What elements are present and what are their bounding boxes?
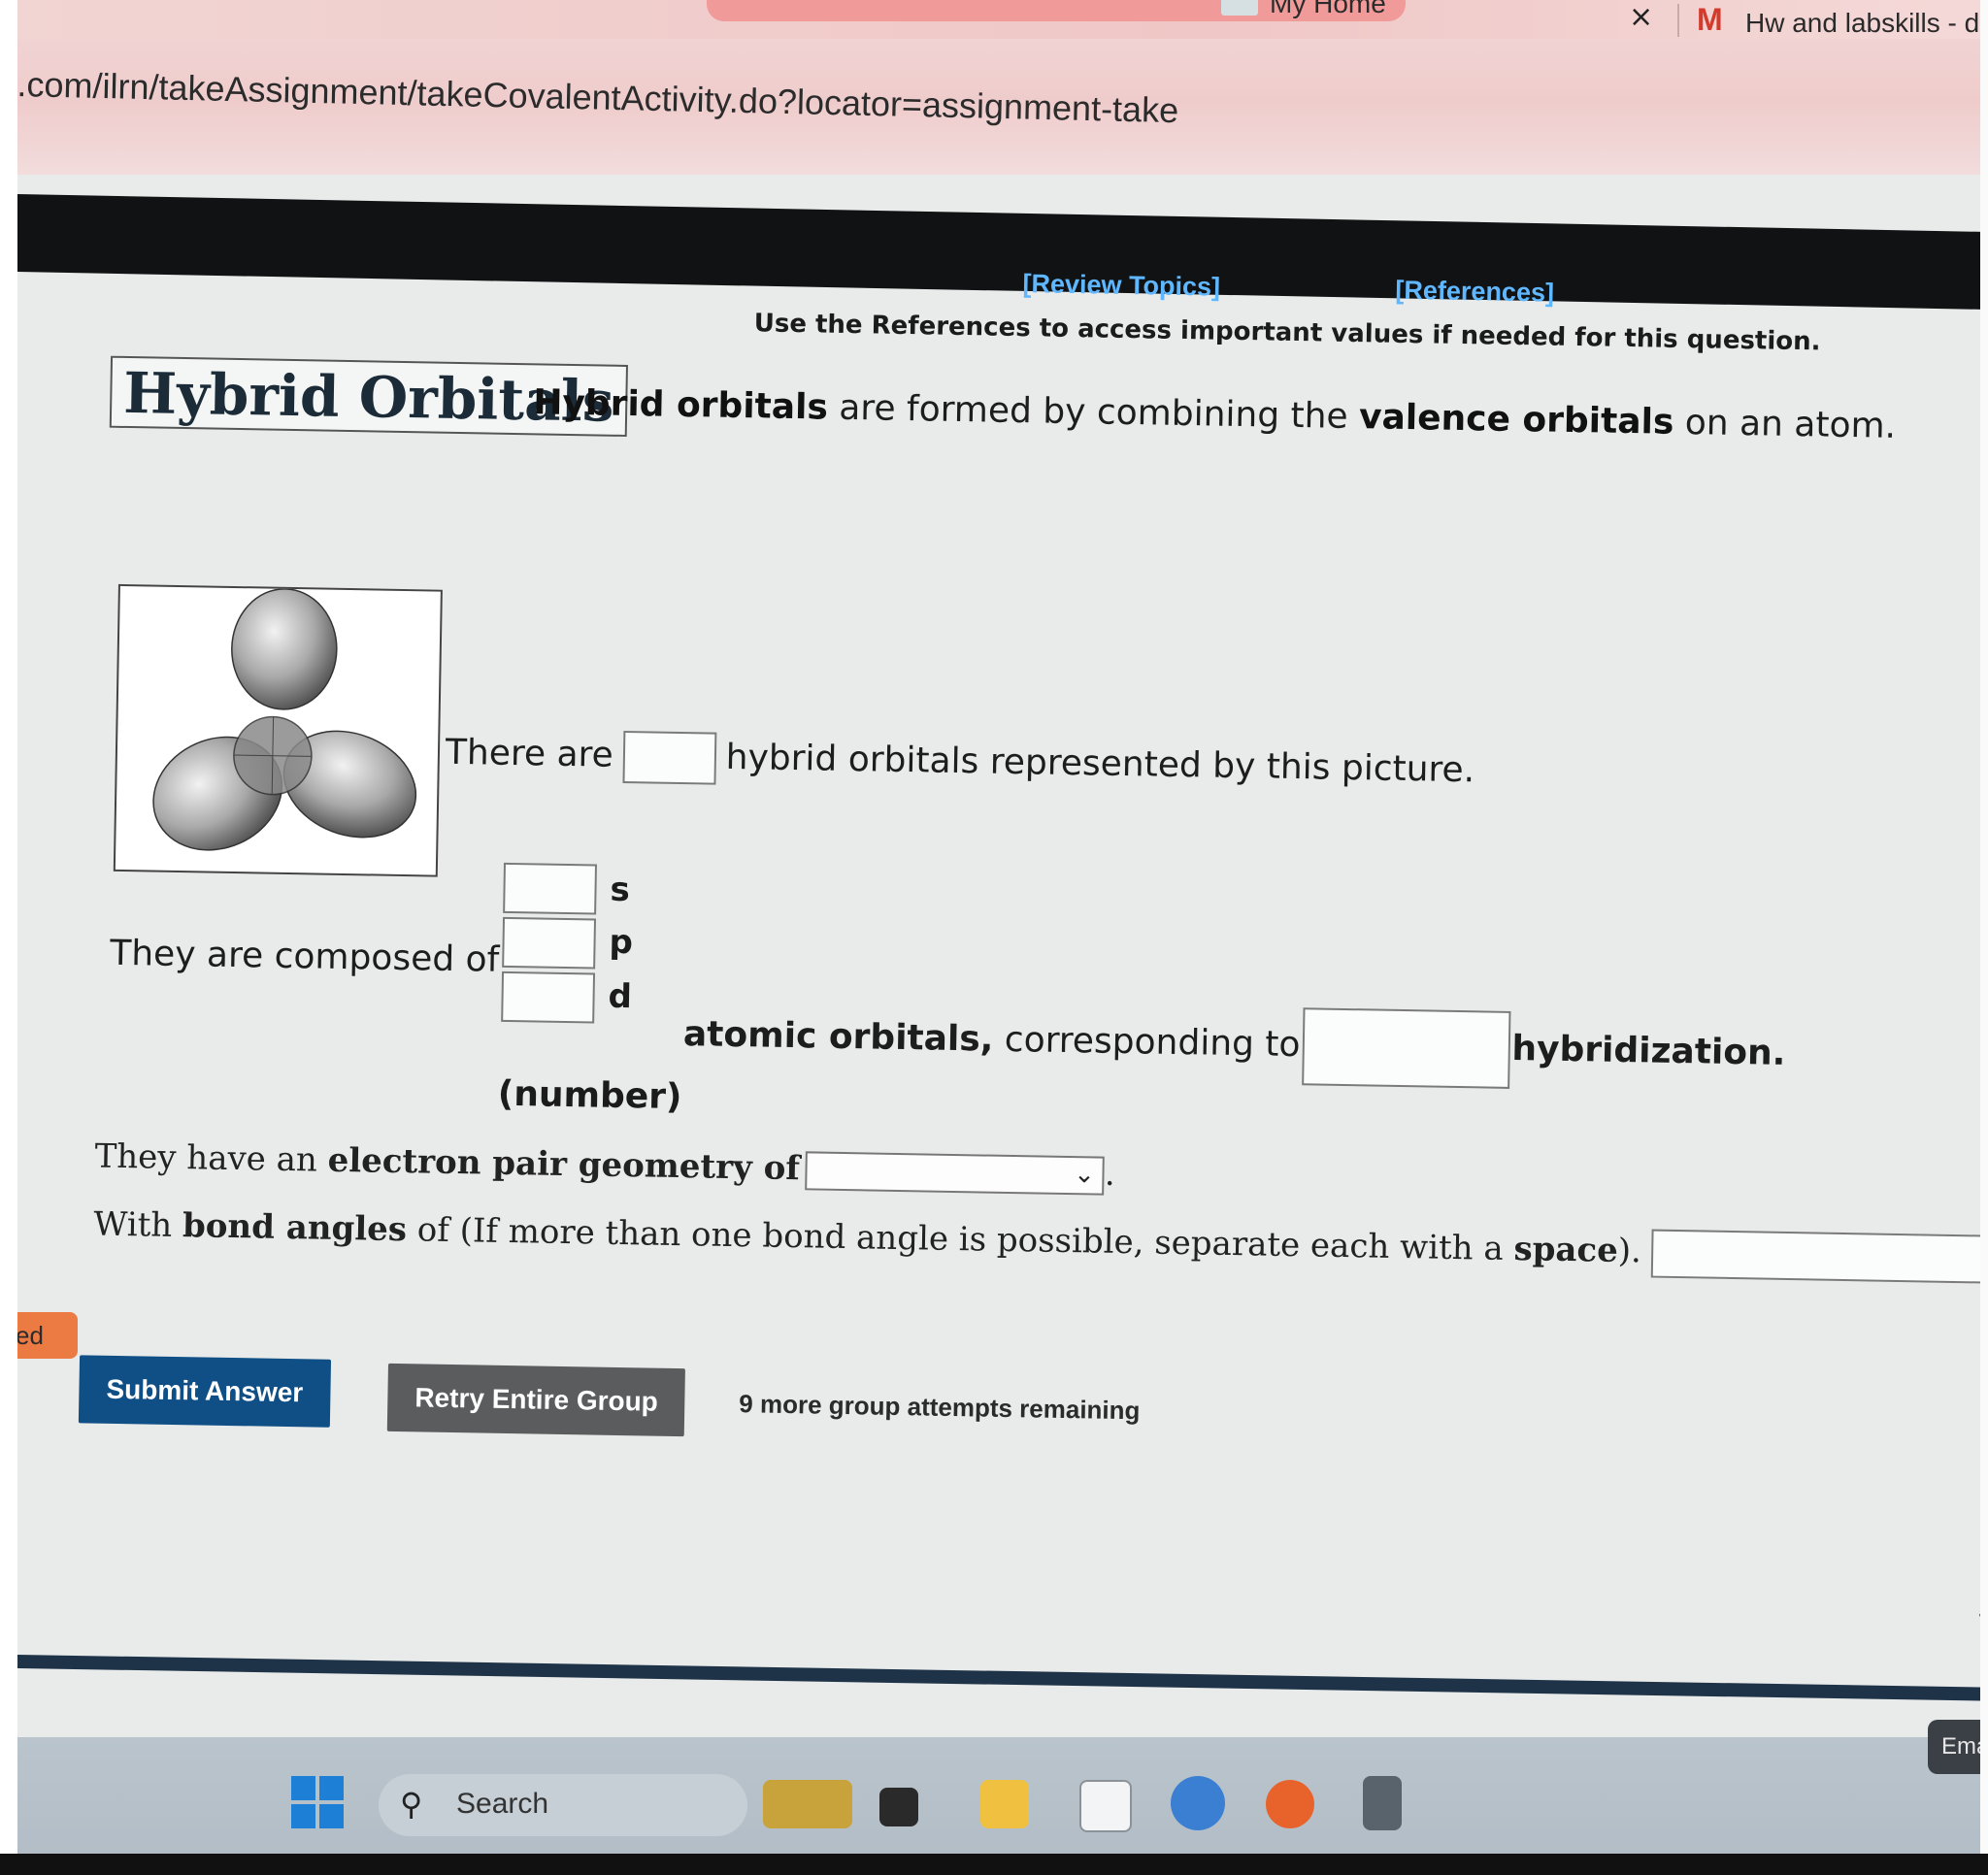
q4-bold-2: space [1513, 1230, 1619, 1270]
screen: .com/ilrn/takeAssignment/takeCovalentAct… [0, 0, 1988, 1875]
email-badge[interactable]: Emai [1928, 1720, 1988, 1774]
s-orbital-label: s [610, 870, 631, 910]
intro-text-2: on an atom. [1673, 402, 1897, 446]
electron-pair-geometry-select[interactable]: ⌄ [805, 1151, 1106, 1196]
q1-prefix: There are [445, 732, 614, 775]
q3-end: . [1104, 1154, 1116, 1194]
gmail-icon: M [1697, 2, 1723, 37]
intro-bold-1: Hybrid orbitals [532, 382, 829, 428]
q4-mid: of (If more than one bond angle is possi… [406, 1210, 1514, 1269]
intro-text-1: are formed by combining the [827, 387, 1360, 438]
tab-separator [1677, 4, 1679, 37]
trigonal-planar-orbital-image [152, 588, 417, 851]
intro-bold-2: valence orbitals [1358, 397, 1674, 443]
chevron-down-icon: ⌄ [1073, 1160, 1096, 1190]
taskbar-search-label: Search [456, 1788, 549, 1820]
retry-entire-group-button[interactable]: Retry Entire Group [386, 1363, 686, 1437]
tab-close-icon[interactable]: × [1629, 0, 1653, 34]
calculator-icon[interactable] [1363, 1776, 1402, 1830]
chrome-icon[interactable] [1171, 1776, 1225, 1830]
q4-bold-1: bond angles [182, 1206, 408, 1250]
url-text[interactable]: .com/ilrn/takeAssignment/takeCovalentAct… [17, 64, 1179, 131]
question-bond-angles: With bond angles of (If more than one bo… [93, 1202, 1988, 1285]
submit-answer-button[interactable]: Submit Answer [78, 1355, 331, 1428]
q1-suffix: hybrid orbitals represented by this pict… [725, 737, 1475, 791]
tab-my-home-title[interactable]: My Home [1270, 0, 1386, 19]
monitor: .com/ilrn/takeAssignment/takeCovalentAct… [17, 0, 1988, 1875]
firefox-icon[interactable] [1266, 1780, 1314, 1828]
taskbar-search[interactable]: ⚲ Search [379, 1774, 747, 1836]
p-orbital-label: p [609, 922, 634, 963]
widgets-icon[interactable] [763, 1780, 852, 1828]
intro-text: Hybrid orbitals are formed by combining … [533, 382, 1897, 445]
notepad-icon[interactable] [1079, 1780, 1132, 1832]
file-explorer-icon[interactable] [980, 1780, 1029, 1828]
atomic-orbital-inputs: s p d [500, 862, 698, 1079]
tab-bar: My Home × M Hw and labskills - d [17, 0, 1988, 39]
photo-edge [1980, 0, 1988, 1875]
number-label: (number) [497, 1073, 682, 1118]
s-orbital-count-input[interactable] [503, 862, 597, 915]
tab-hw-labskills-title[interactable]: Hw and labskills - d [1745, 8, 1979, 39]
q2-mid: corresponding to [993, 1019, 1301, 1066]
bond-angles-input[interactable] [1650, 1229, 1988, 1285]
hybrid-orbital-count-input[interactable] [622, 730, 717, 785]
q4-prefix: With [93, 1204, 183, 1246]
side-tab[interactable]: ed [17, 1312, 78, 1359]
orbital-picture [113, 583, 443, 877]
d-orbital-label: d [608, 976, 633, 1017]
q2-suffix: hybridization. [1511, 1028, 1786, 1073]
address-bar: .com/ilrn/takeAssignment/takeCovalentAct… [17, 29, 1988, 175]
q3-prefix: They have an [94, 1136, 328, 1180]
q4-end: ). [1617, 1231, 1642, 1271]
p-orbital-count-input[interactable] [502, 916, 597, 970]
tab-favicon-icon [1221, 0, 1258, 16]
search-icon: ⚲ [400, 1786, 423, 1823]
d-orbital-count-input[interactable] [501, 970, 596, 1024]
review-topics-link[interactable]: [Review Topics] [1022, 269, 1220, 303]
attempts-remaining: 9 more group attempts remaining [739, 1389, 1141, 1426]
q2-prefix: They are composed of [109, 933, 500, 980]
windows-start-icon[interactable] [291, 1776, 344, 1828]
task-view-icon[interactable] [879, 1788, 918, 1826]
question-geometry: They have an electron pair geometry of ⌄. [94, 1137, 1115, 1196]
question-hybridization: atomic orbitals, corresponding to hybridi… [682, 997, 1786, 1094]
q2-mid-bold: atomic orbitals, [682, 1014, 994, 1060]
monitor-bezel [0, 1854, 1988, 1875]
q3-bold: electron pair geometry of [327, 1140, 801, 1189]
references-link[interactable]: [References] [1395, 276, 1554, 309]
question-orbital-count: There are hybrid orbitals represented by … [445, 728, 1474, 798]
assignment-content: [Review Topics] [References] Use the Ref… [17, 247, 1988, 1689]
hybridization-input[interactable] [1301, 1007, 1511, 1089]
